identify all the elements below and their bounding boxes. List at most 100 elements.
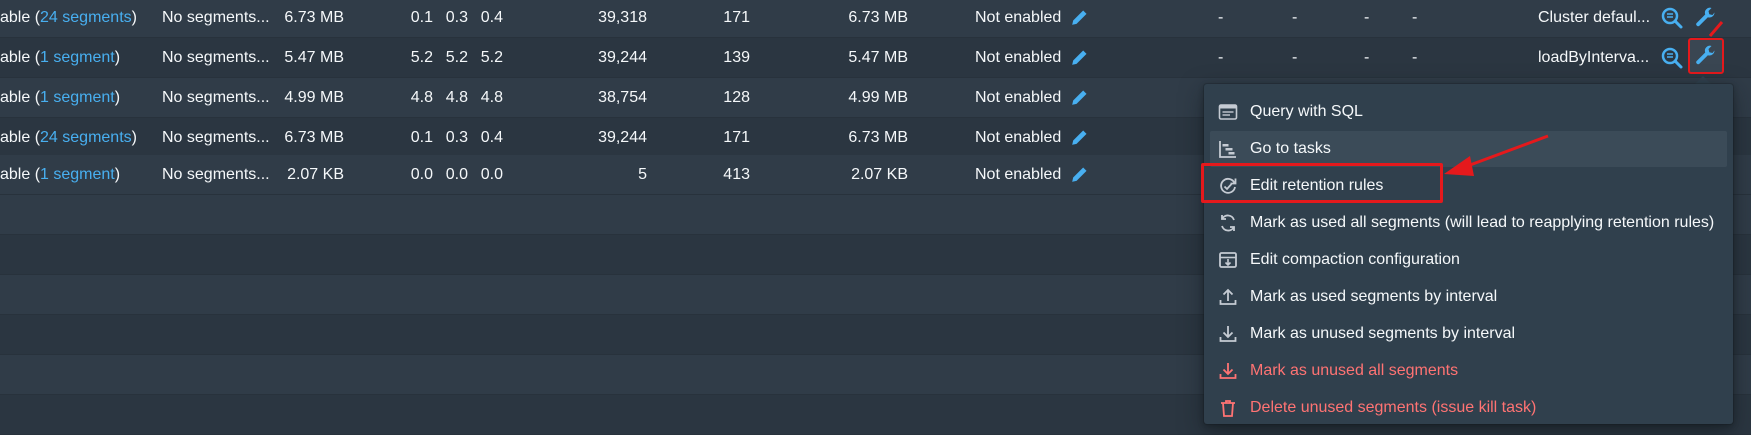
menu-item-mark-unused-all[interactable]: Mark as unused all segments (1210, 353, 1727, 389)
availability-cell: able (1 segment) (0, 155, 120, 194)
replicated-size-cell: 2.07 KB (851, 166, 908, 183)
dash-cell: - (1412, 9, 1418, 26)
retention-cell: loadByInterva... (1538, 49, 1650, 66)
dash-cell: - (1218, 49, 1224, 66)
menu-item-label: Mark as unused segments by interval (1250, 325, 1516, 342)
unavailable-cell: No segments... (162, 89, 270, 106)
segment-size-max: 0.4 (480, 129, 503, 146)
download-icon (1219, 326, 1237, 342)
total-size-cell: 4.99 MB (284, 89, 344, 106)
menu-item-label: Mark as used all segments (will lead to … (1250, 214, 1715, 231)
annotation-highlight-box (1201, 163, 1443, 203)
table-row: able (24 segments) No segments... 6.73 M… (0, 0, 1751, 38)
menu-item-label: Mark as used segments by interval (1250, 288, 1498, 305)
segment-size-max: 0.4 (480, 9, 503, 26)
compaction-cell: Not enabled (975, 89, 1062, 106)
availability-text: able ( (0, 49, 41, 66)
replicated-size-cell: 6.73 MB (848, 9, 908, 26)
actions-button-active[interactable] (1688, 38, 1724, 74)
menu-item-label: Mark as unused all segments (1250, 362, 1459, 379)
menu-item-mark-used-by-interval[interactable]: Mark as used segments by interval (1210, 279, 1727, 315)
availability-text: able ( (0, 166, 41, 183)
segments-link[interactable]: 1 segment (40, 89, 115, 106)
compaction-cell: Not enabled (975, 129, 1062, 146)
search-icon[interactable] (1660, 46, 1684, 70)
download-icon (1219, 363, 1237, 379)
segment-size-min: 0.1 (410, 9, 433, 26)
total-size-cell: 5.47 MB (284, 49, 344, 66)
availability-text: able ( (0, 9, 41, 26)
compressed-icon (1219, 252, 1237, 268)
avg-row-size-cell: 171 (723, 9, 750, 26)
compaction-cell: Not enabled (975, 49, 1062, 66)
avg-row-size-cell: 128 (723, 89, 750, 106)
dash-cell: - (1364, 9, 1370, 26)
availability-suffix: ) (131, 9, 137, 26)
dash-cell: - (1364, 49, 1370, 66)
wrench-icon[interactable] (1694, 6, 1718, 30)
segment-size-max: 4.8 (480, 89, 503, 106)
replicated-size-cell: 6.73 MB (848, 129, 908, 146)
availability-suffix: ) (114, 166, 121, 183)
edit-icon[interactable] (1070, 49, 1088, 67)
edit-icon[interactable] (1070, 129, 1088, 147)
dash-cell: - (1292, 9, 1298, 26)
edit-icon[interactable] (1070, 9, 1088, 27)
replicated-size-cell: 4.99 MB (848, 89, 908, 106)
dash-cell: - (1412, 49, 1418, 66)
segment-size-avg: 0.3 (445, 9, 468, 26)
replicated-size-cell: 5.47 MB (848, 49, 908, 66)
menu-item-label: Go to tasks (1250, 140, 1331, 157)
unavailable-cell: No segments... (162, 9, 270, 26)
avg-row-size-cell: 171 (723, 129, 750, 146)
unavailable-cell: No segments... (162, 166, 270, 183)
availability-suffix: ) (131, 129, 137, 146)
total-rows-cell: 5 (638, 166, 647, 183)
dash-cell: - (1218, 9, 1224, 26)
table-row: able (1 segment) No segments... 5.47 MB … (0, 38, 1751, 78)
search-icon[interactable] (1660, 6, 1684, 30)
menu-item-go-to-tasks[interactable]: Go to tasks (1210, 131, 1727, 167)
segment-size-avg: 0.3 (445, 129, 468, 146)
segments-link[interactable]: 24 segments (40, 129, 132, 146)
menu-item-edit-compaction[interactable]: Edit compaction configuration (1210, 242, 1727, 278)
unavailable-cell: No segments... (162, 129, 270, 146)
menu-item-delete-unused-segments[interactable]: Delete unused segments (issue kill task) (1210, 390, 1727, 426)
segment-size-min: 4.8 (410, 89, 433, 106)
total-size-cell: 6.73 MB (284, 9, 344, 26)
wrench-icon[interactable] (1694, 44, 1718, 68)
menu-item-mark-used-all-segments[interactable]: Mark as used all segments (will lead to … (1210, 205, 1727, 241)
segment-size-avg: 0.0 (445, 166, 468, 183)
retention-cell: Cluster defaul... (1538, 9, 1651, 26)
segment-size-max: 0.0 (480, 166, 503, 183)
compaction-cell: Not enabled (975, 9, 1062, 26)
menu-item-label: Delete unused segments (issue kill task) (1250, 399, 1537, 416)
total-size-cell: 6.73 MB (284, 129, 344, 146)
segment-size-min: 5.2 (410, 49, 433, 66)
segments-link[interactable]: 1 segment (40, 49, 115, 66)
segment-size-avg: 5.2 (445, 49, 468, 66)
total-rows-cell: 39,244 (598, 129, 647, 146)
total-rows-cell: 38,754 (598, 89, 647, 106)
total-rows-cell: 39,318 (598, 9, 647, 26)
menu-item-query-with-sql[interactable]: Query with SQL (1210, 94, 1727, 130)
availability-text: able ( (0, 89, 41, 106)
availability-cell: able (24 segments) (0, 118, 137, 157)
edit-icon[interactable] (1070, 89, 1088, 107)
segment-size-max: 5.2 (480, 49, 503, 66)
edit-icon[interactable] (1070, 166, 1088, 184)
segment-size-min: 0.0 (410, 166, 433, 183)
menu-item-label: Query with SQL (1250, 103, 1363, 120)
segments-link[interactable]: 1 segment (40, 166, 115, 183)
availability-cell: able (1 segment) (0, 78, 120, 117)
total-size-cell: 2.07 KB (287, 166, 344, 183)
availability-text: able ( (0, 129, 41, 146)
segments-link[interactable]: 24 segments (40, 9, 132, 26)
avg-row-size-cell: 413 (723, 166, 750, 183)
menu-item-mark-unused-by-interval[interactable]: Mark as unused segments by interval (1210, 316, 1727, 352)
availability-suffix: ) (114, 49, 121, 66)
avg-row-size-cell: 139 (723, 49, 750, 66)
trash-icon (1221, 400, 1235, 417)
dash-cell: - (1292, 49, 1298, 66)
application-icon (1218, 104, 1238, 120)
